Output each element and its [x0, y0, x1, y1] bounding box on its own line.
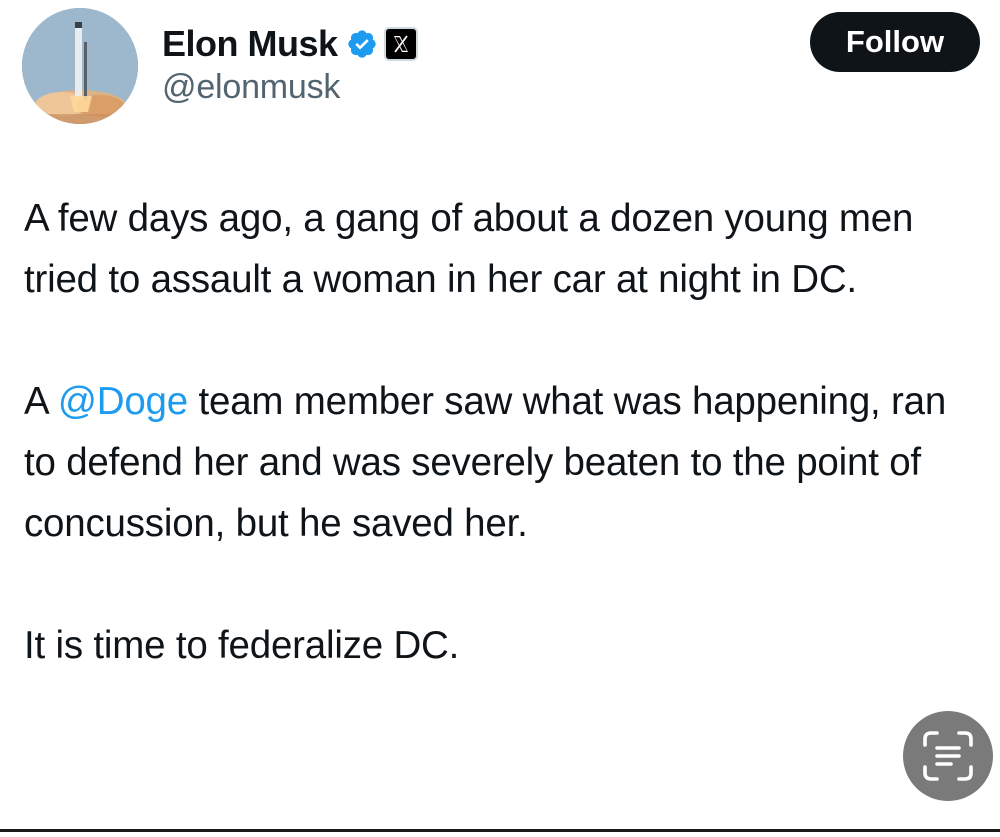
author-handle[interactable]: @elonmusk [162, 68, 340, 107]
doge-mention-link[interactable]: @Doge [58, 380, 188, 423]
follow-button[interactable]: Follow [810, 12, 980, 72]
author-display-name[interactable]: Elon Musk [162, 23, 338, 65]
rocket-launch-image [22, 8, 138, 124]
x-logo-icon[interactable] [383, 27, 418, 61]
tweet-paragraph-3: It is time to federalize DC. [24, 624, 460, 667]
live-text-icon [923, 731, 973, 781]
verified-badge-icon [346, 28, 378, 60]
live-text-button[interactable] [903, 711, 993, 801]
tweet-text: A few days ago, a gang of about a dozen … [24, 188, 984, 676]
bottom-divider [0, 829, 1000, 832]
author-name-row: Elon Musk [162, 18, 418, 70]
tweet-paragraph-2-prefix: A [24, 380, 58, 423]
tweet-paragraph-2: A @Doge team member saw what was happeni… [24, 371, 984, 554]
avatar[interactable] [22, 8, 138, 124]
tweet-paragraph-1: A few days ago, a gang of about a dozen … [24, 197, 914, 301]
